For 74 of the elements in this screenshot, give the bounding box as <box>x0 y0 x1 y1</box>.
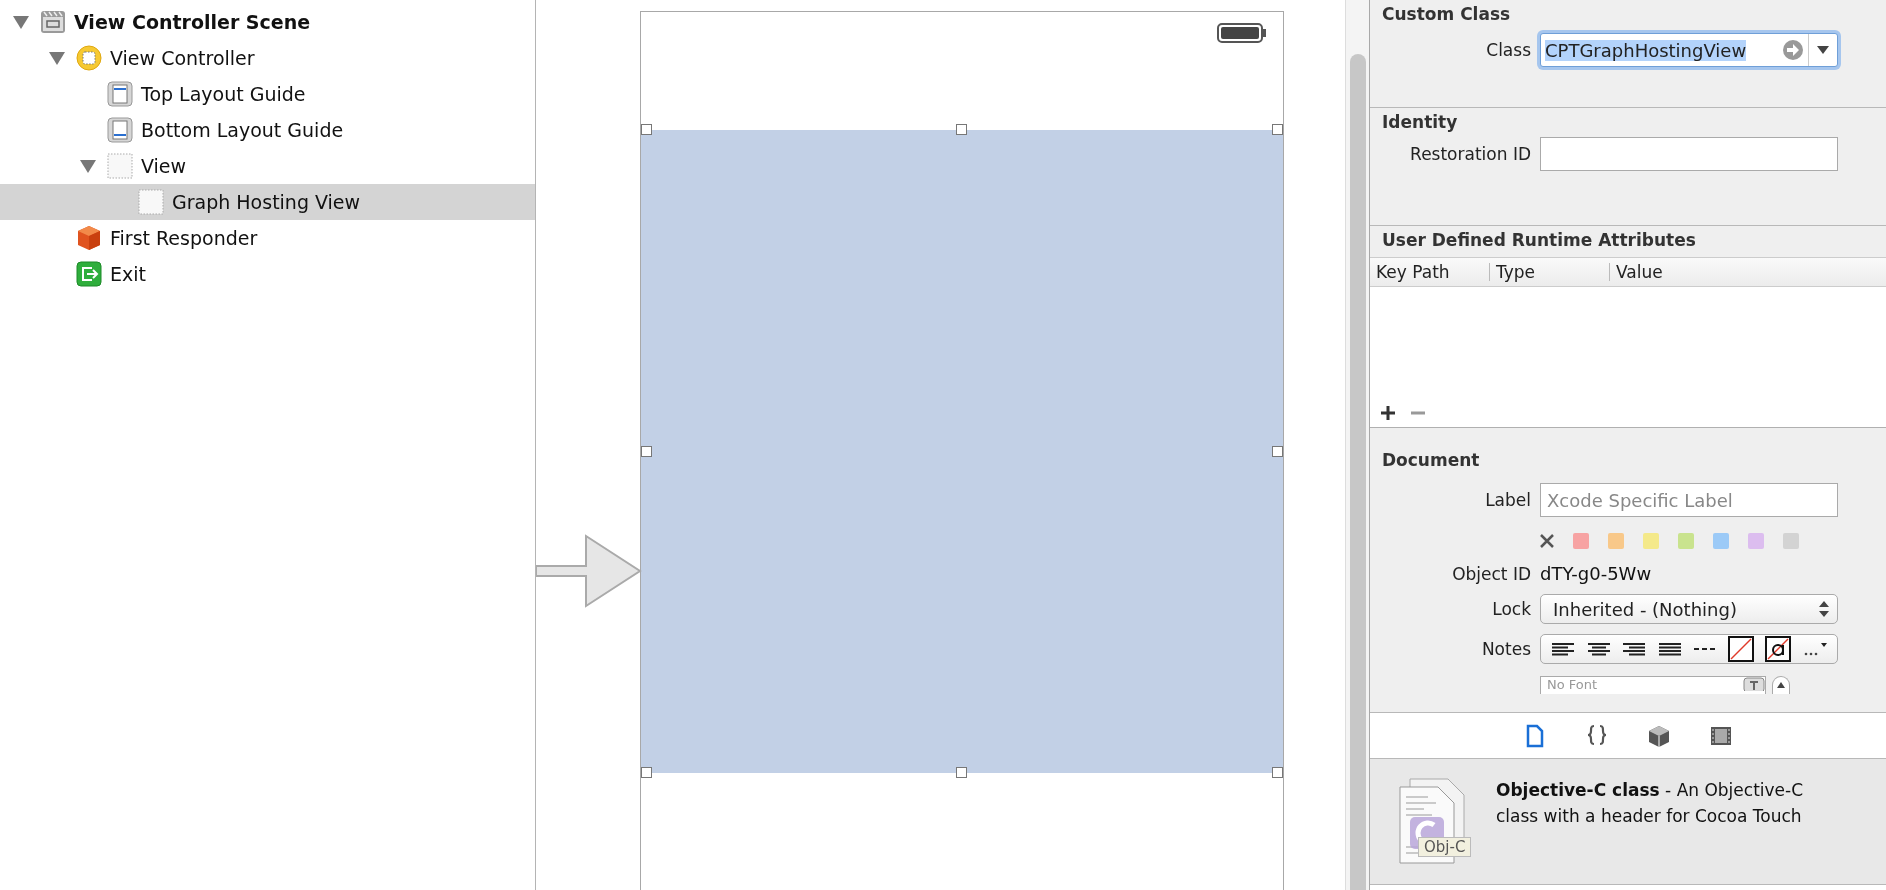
resize-handle[interactable] <box>1272 445 1283 457</box>
align-right-icon <box>1622 641 1647 657</box>
more-menu-icon <box>1803 641 1828 657</box>
clear-icon[interactable] <box>1540 534 1554 548</box>
outline-item[interactable]: View <box>0 148 535 184</box>
column-header[interactable]: Type <box>1490 263 1610 281</box>
outline-item[interactable]: Bottom Layout Guide <box>0 112 535 148</box>
resize-handle[interactable] <box>1272 767 1283 778</box>
cube-icon[interactable] <box>1647 723 1671 748</box>
label-field[interactable]: Xcode Specific Label <box>1540 483 1838 517</box>
no-color-swatch-icon <box>1727 636 1754 662</box>
add-icon[interactable] <box>1380 405 1396 421</box>
restoration-id-field[interactable] <box>1540 137 1838 171</box>
battery-icon <box>1217 23 1267 43</box>
section-title: User Defined Runtime Attributes <box>1381 229 1697 252</box>
scroll-thumb[interactable] <box>1349 54 1366 890</box>
field-label: Notes <box>1480 639 1532 659</box>
column-header[interactable]: Value <box>1610 263 1816 281</box>
object-id-value: dTY-g0-5Ww <box>1540 563 1652 584</box>
color-label-swatch[interactable] <box>1713 533 1729 549</box>
lock-popup[interactable]: Inherited - (Nothing) <box>1540 594 1838 624</box>
color-label-swatch[interactable] <box>1678 533 1694 549</box>
braces-icon[interactable] <box>1585 723 1609 748</box>
field-label: Class <box>1485 40 1532 60</box>
scroll-bar[interactable] <box>1345 0 1369 890</box>
scene-icon <box>40 9 66 35</box>
field-label: Restoration ID <box>1409 144 1532 164</box>
resize-handle[interactable] <box>1272 124 1283 135</box>
section-title: Identity <box>1381 111 1459 134</box>
field-label: Object ID <box>1451 563 1532 584</box>
file-type-badge: Obj-C <box>1418 837 1472 857</box>
resize-handle[interactable] <box>641 124 652 135</box>
arrow-circle-icon <box>1782 39 1804 61</box>
field-label: Lock <box>1491 599 1532 619</box>
resize-handle[interactable] <box>956 767 967 778</box>
outline-item[interactable]: View Controller Scene <box>0 4 535 40</box>
top-layout-guide-icon <box>107 81 133 107</box>
outline-item[interactable]: View Controller <box>0 40 535 76</box>
color-label-swatch[interactable] <box>1783 533 1799 549</box>
library-item-description: Objective-C class - An Objective-C class with a header for Cocoa Touch <box>1496 779 1805 828</box>
resize-handle[interactable] <box>956 124 967 135</box>
field-label: Label <box>1484 490 1532 510</box>
notes-format-toolbar[interactable] <box>1540 634 1838 664</box>
outline-item[interactable]: Graph Hosting View <box>0 184 535 220</box>
resize-handle[interactable] <box>641 445 652 457</box>
outline-item[interactable]: Top Layout Guide <box>0 76 535 112</box>
align-left-icon <box>1550 641 1575 657</box>
view-icon <box>107 153 133 179</box>
view-icon <box>138 189 164 215</box>
up-down-arrows-icon <box>1819 601 1829 617</box>
section-title: Custom Class <box>1381 3 1512 26</box>
column-header[interactable]: Key Path <box>1370 263 1490 281</box>
resize-handle[interactable] <box>641 767 652 778</box>
section-title: Document <box>1381 449 1481 472</box>
justify-icon <box>1658 641 1683 657</box>
dashes-icon <box>1693 648 1716 650</box>
color-label-swatch[interactable] <box>1643 533 1659 549</box>
color-label-swatch[interactable] <box>1573 533 1589 549</box>
font-picker-icon <box>1743 677 1765 691</box>
color-label-swatch[interactable] <box>1748 533 1764 549</box>
cube-icon <box>76 225 102 251</box>
library-item[interactable]: Obj-C Objective-C class - An Objective-C class with a header for Cocoa Touch <box>1370 759 1886 885</box>
caret-icon <box>1816 45 1830 55</box>
view-controller-icon <box>76 45 102 71</box>
align-center-icon <box>1586 641 1611 657</box>
outline-item[interactable]: First Responder <box>0 220 535 256</box>
bottom-layout-guide-icon <box>107 117 133 143</box>
text-color-swatch-icon <box>1765 636 1792 662</box>
up-arrow-icon <box>1776 681 1786 689</box>
stepper[interactable] <box>1772 676 1790 694</box>
outline-item[interactable]: Exit <box>0 256 535 292</box>
exit-icon <box>76 261 102 287</box>
class-field[interactable]: CPTGraphHostingView <box>1540 33 1838 67</box>
color-label-swatch[interactable] <box>1608 533 1624 549</box>
